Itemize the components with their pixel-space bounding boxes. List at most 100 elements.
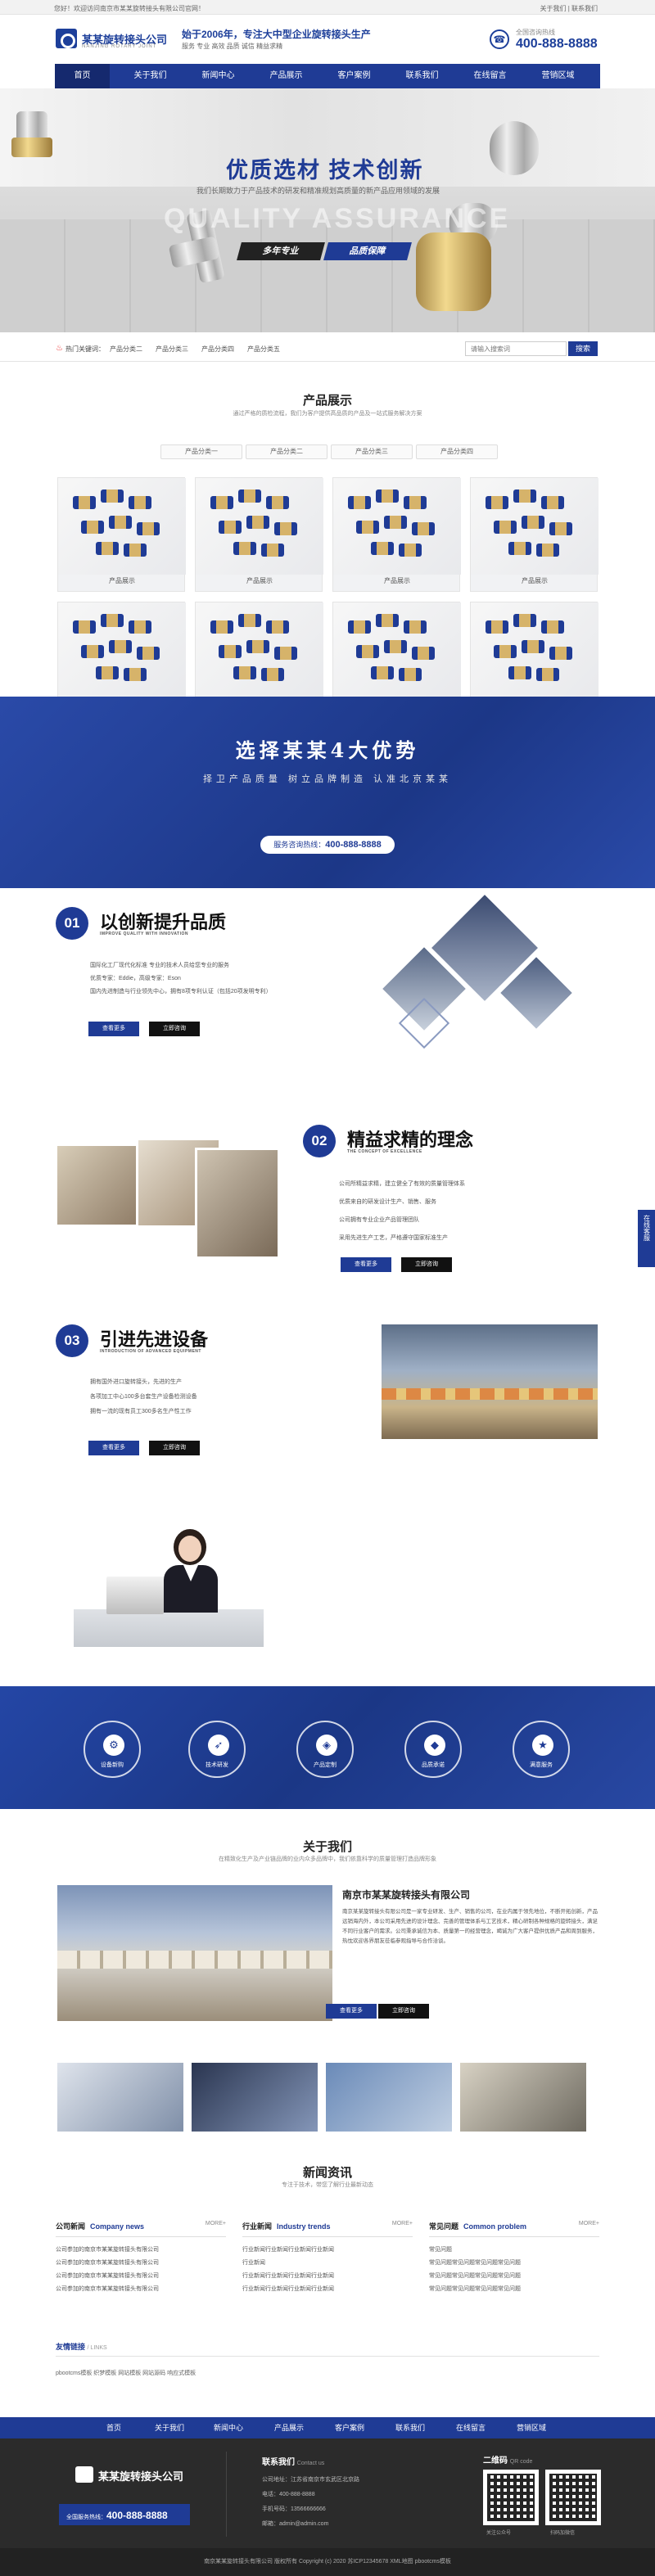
- services-band: ⚙ 设备新购 ➶ 技术研发 ◈ 产品定制 ◆ 品质承诺 ★ 满意服务: [0, 1686, 655, 1809]
- nav-region[interactable]: 营销区域: [531, 64, 585, 88]
- fitting-image: [129, 620, 151, 634]
- product-image: [58, 478, 186, 575]
- contact-title: 联系我们 Contact us: [262, 2455, 324, 2467]
- online-service-float[interactable]: 在线客服: [638, 1210, 655, 1267]
- banner-ghost-text: QUALITY ASSURANCE: [164, 203, 511, 234]
- column-title: 常见问题: [429, 2222, 459, 2231]
- product-card[interactable]: 产品展示: [195, 477, 323, 592]
- nav-cases[interactable]: 客户案例: [327, 64, 382, 88]
- search-button[interactable]: 搜索: [568, 341, 598, 356]
- nav-about[interactable]: 关于我们: [123, 64, 178, 88]
- more-link[interactable]: MORE+: [392, 2221, 413, 2226]
- qr-title-en: QR code: [509, 2459, 533, 2465]
- logo-subtext: NANJING ROTARY JOINT: [82, 44, 157, 49]
- footer-nav-item[interactable]: 首页: [84, 2417, 144, 2438]
- news-item[interactable]: 行业新闻行业新闻行业新闻行业新闻: [242, 2270, 413, 2283]
- about-consult-button[interactable]: 立即咨询: [378, 2004, 429, 2019]
- news-item[interactable]: 公司参加的南京市某某旋转接头有限公司: [56, 2270, 226, 2283]
- hot-keyword[interactable]: 产品分类二: [110, 345, 142, 354]
- service-item[interactable]: ◈ 产品定制: [296, 1721, 354, 1778]
- service-item[interactable]: ★ 满意服务: [513, 1721, 570, 1778]
- product-card[interactable]: 产品展示: [332, 477, 461, 592]
- contact-email: 邮箱：admin@admin.com: [262, 2521, 329, 2527]
- service-item[interactable]: ➶ 技术研发: [188, 1721, 246, 1778]
- more-link[interactable]: MORE+: [206, 2221, 226, 2226]
- service-label: 产品定制: [314, 1762, 337, 1768]
- feature-3-consult-button[interactable]: 立即咨询: [149, 1441, 200, 1455]
- about-more-button[interactable]: 查看更多: [326, 2004, 377, 2019]
- service-item[interactable]: ◆ 品质承诺: [404, 1721, 462, 1778]
- news-item[interactable]: 公司参加的南京市某某旋转接头有限公司: [56, 2257, 226, 2270]
- product-label: 产品展示: [109, 577, 135, 584]
- fitting-image: [348, 620, 371, 634]
- list-item: 各项加工中心100多台套生产设备检测设备: [90, 1394, 197, 1400]
- nav-contact[interactable]: 联系我们: [395, 64, 449, 88]
- footer-nav-item[interactable]: 产品展示: [259, 2417, 319, 2438]
- gallery-thumbnail[interactable]: [326, 2063, 452, 2132]
- news-item[interactable]: 常见问题常见问题常见问题常见问题: [429, 2257, 599, 2270]
- product-image: [333, 602, 461, 699]
- column-title: 行业新闻: [242, 2222, 273, 2231]
- hot-keyword[interactable]: 产品分类三: [156, 345, 188, 354]
- footer-nav-item[interactable]: 联系我们: [380, 2417, 440, 2438]
- list-item: 优质来自的研发设计生产、销售、服务: [339, 1199, 436, 1205]
- hot-label: 热门关键词：: [66, 345, 105, 353]
- hot-keyword[interactable]: 产品分类五: [247, 345, 280, 354]
- nav-news[interactable]: 新闻中心: [191, 64, 246, 88]
- tab-category-3[interactable]: 产品分类三: [331, 444, 413, 459]
- tab-category-4[interactable]: 产品分类四: [416, 444, 498, 459]
- more-link[interactable]: MORE+: [579, 2221, 599, 2226]
- fitting-image: [399, 544, 422, 557]
- feature-1-consult-button[interactable]: 立即咨询: [149, 1022, 200, 1036]
- friend-links[interactable]: pbootcms模板 织梦模板 网站模板 网站源码 响应式模板: [56, 2369, 196, 2377]
- gallery-thumbnail[interactable]: [57, 2063, 183, 2132]
- nav-message[interactable]: 在线留言: [463, 64, 517, 88]
- qr-caption: 扫码加微信: [550, 2531, 576, 2536]
- search-input[interactable]: [465, 341, 567, 356]
- news-item[interactable]: 公司参加的南京市某某旋转接头有限公司: [56, 2283, 226, 2296]
- fitting-image: [73, 620, 96, 634]
- hero-banner[interactable]: QUALITY ASSURANCE 优质选材 技术创新 我们长期致力于产品技术的…: [0, 88, 655, 332]
- footer-nav-item[interactable]: 新闻中心: [198, 2417, 259, 2438]
- feature-2-more-button[interactable]: 查看更多: [341, 1257, 391, 1272]
- news-column-company: 公司新闻 Company news MORE+ 公司参加的南京市某某旋转接头有限公司…: [56, 2221, 226, 2296]
- banner-floor: [0, 219, 655, 332]
- footer-phone-label: 全国服务热线：: [66, 2515, 106, 2520]
- feature-1-more-button[interactable]: 查看更多: [88, 1022, 139, 1036]
- product-card[interactable]: 产品展示: [470, 477, 599, 592]
- nav-home[interactable]: 首页: [55, 64, 110, 88]
- handshake-image: [377, 890, 581, 1062]
- product-card[interactable]: 产品展示: [57, 477, 186, 592]
- footer-nav-item[interactable]: 营销区域: [501, 2417, 562, 2438]
- gallery-thumbnail[interactable]: [192, 2063, 318, 2132]
- nav-products[interactable]: 产品展示: [259, 64, 314, 88]
- hot-keyword[interactable]: 产品分类四: [201, 345, 234, 354]
- feature-2-consult-button[interactable]: 立即咨询: [401, 1257, 452, 1272]
- footer-nav-item[interactable]: 在线留言: [440, 2417, 501, 2438]
- news-item[interactable]: 常见问题: [429, 2244, 599, 2257]
- product-label: 产品展示: [384, 577, 410, 584]
- news-item[interactable]: 常见问题常见问题常见问题常见问题: [429, 2270, 599, 2283]
- feature-3-more-button[interactable]: 查看更多: [88, 1441, 139, 1455]
- footer-nav-item[interactable]: 客户案例: [319, 2417, 380, 2438]
- tab-category-1[interactable]: 产品分类一: [160, 444, 242, 459]
- logo-icon[interactable]: [56, 29, 77, 48]
- divider: [56, 2356, 599, 2357]
- footer-nav-item[interactable]: 关于我们: [139, 2417, 200, 2438]
- top-links[interactable]: 关于我们 | 联系我们: [540, 4, 598, 13]
- fitting-image: [376, 489, 399, 503]
- tab-category-2[interactable]: 产品分类二: [246, 444, 328, 459]
- service-item[interactable]: ⚙ 设备新购: [84, 1721, 141, 1778]
- fitting-image: [404, 496, 427, 509]
- hotline-button[interactable]: 服务咨询热线：400-888-8888: [260, 836, 395, 854]
- float-label: 在线客服: [643, 1215, 651, 1241]
- gallery-thumbnail[interactable]: [460, 2063, 586, 2132]
- news-item[interactable]: 行业新闻行业新闻行业新闻行业新闻: [242, 2244, 413, 2257]
- news-item[interactable]: 行业新闻: [242, 2257, 413, 2270]
- contact-tel: 电话：400-888-8888: [262, 2492, 315, 2497]
- news-item[interactable]: 常见问题常见问题常见问题常见问题: [429, 2283, 599, 2296]
- feature-3-list: 拥有国外进口旋转接头，先进的生产 各项加工中心100多台套生产设备检测设备 拥有…: [90, 1375, 336, 1419]
- news-item[interactable]: 行业新闻行业新闻行业新闻行业新闻: [242, 2283, 413, 2296]
- fitting-image: [124, 668, 147, 681]
- news-item[interactable]: 公司参加的南京市某某旋转接头有限公司: [56, 2244, 226, 2257]
